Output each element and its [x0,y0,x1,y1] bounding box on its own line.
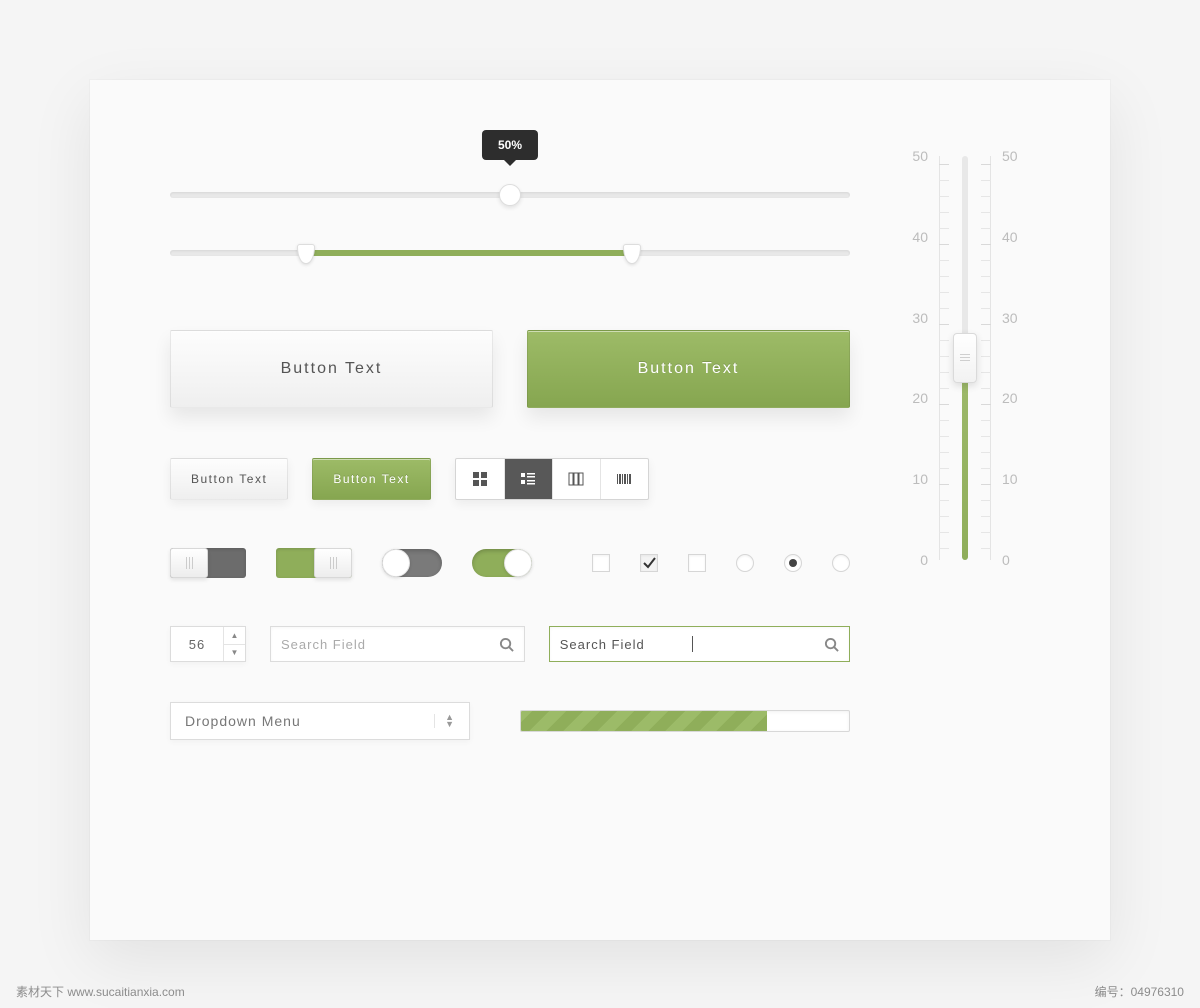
vslider-handle-icon[interactable] [953,333,977,383]
switch-knob-icon [314,548,352,578]
grid-icon [472,471,488,487]
search-placeholder: Search Field [281,637,499,652]
vscale-right: 50403020100 [1002,148,1030,568]
vertical-slider[interactable]: 50403020100 50403020100 [900,148,1030,568]
stepper-value: 56 [171,627,223,661]
segmented-control [455,458,649,500]
switch-rect-off[interactable] [170,548,246,578]
slider-range-fill [306,250,632,256]
slider-handle-icon[interactable] [499,184,521,206]
search-field-focused[interactable]: Search Field [549,626,850,662]
barcode-icon [616,471,632,487]
segment-grid[interactable] [456,459,504,499]
segment-columns[interactable] [552,459,600,499]
pill-dot-icon [504,549,532,577]
dropdown-sort-icon: ▲▼ [434,714,455,728]
progress-fill [521,711,767,731]
vscale-left: 50403020100 [900,148,928,568]
slider-range[interactable] [170,240,850,270]
radio-selected[interactable] [784,554,802,572]
dropdown-menu[interactable]: Dropdown Menu ▲▼ [170,702,470,740]
text-cursor-icon [692,636,693,652]
checkbox-unchecked-2[interactable] [688,554,706,572]
search-icon [499,637,514,652]
number-stepper[interactable]: 56 ▲ ▼ [170,626,246,662]
search-field[interactable]: Search Field [270,626,525,662]
search-icon [824,637,839,652]
slider-single[interactable]: 50% [170,140,850,220]
big-button-green[interactable]: Button Text [527,330,850,408]
page-footer: 素材天下 www.sucaitianxia.com 编号：04976310 [0,983,1200,1000]
small-button-green[interactable]: Button Text [312,458,430,500]
check-icon [642,556,656,570]
dropdown-label: Dropdown Menu [185,713,434,729]
slider-tooltip: 50% [482,130,538,160]
pill-dot-icon [382,549,410,577]
switch-knob-icon [170,548,208,578]
switch-rect-on[interactable] [276,548,352,578]
ui-kit-canvas: 50% Button Text Button Text Button Text … [90,80,1110,940]
radio-unselected[interactable] [736,554,754,572]
range-handle-right-icon[interactable] [623,244,641,264]
big-button-light[interactable]: Button Text [170,330,493,408]
radio-unselected-2[interactable] [832,554,850,572]
list-icon [520,471,536,487]
footer-id: 编号：04976310 [1095,983,1184,1000]
small-button-light[interactable]: Button Text [170,458,288,500]
checkbox-unchecked[interactable] [592,554,610,572]
footer-credit: 素材天下 www.sucaitianxia.com [16,983,185,1000]
search-text: Search Field [560,637,691,652]
checkbox-checked[interactable] [640,554,658,572]
columns-icon [568,471,584,487]
range-handle-left-icon[interactable] [297,244,315,264]
segment-barcode[interactable] [600,459,648,499]
switch-pill-off[interactable] [382,549,442,577]
stepper-down-icon[interactable]: ▼ [224,645,245,662]
stepper-up-icon[interactable]: ▲ [224,627,245,645]
segment-list[interactable] [504,459,552,499]
progress-bar [520,710,850,732]
switch-pill-on[interactable] [472,549,532,577]
